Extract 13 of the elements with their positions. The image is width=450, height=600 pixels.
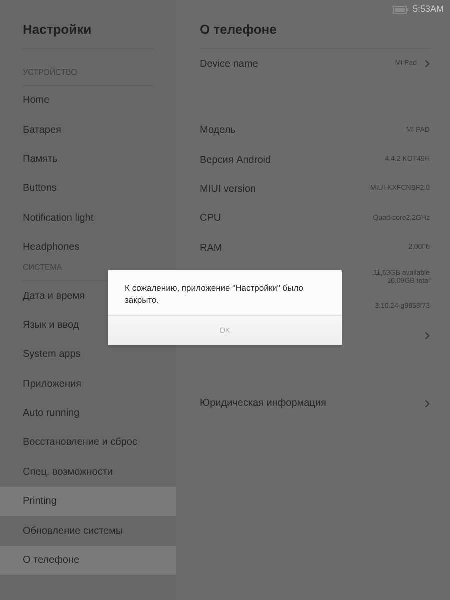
sidebar-item[interactable]: Printing — [0, 487, 176, 516]
page-title: О телефоне — [200, 20, 277, 39]
battery-icon — [392, 6, 409, 14]
setting-label: CPU — [200, 212, 222, 226]
setting-label: RAM — [200, 242, 222, 256]
setting-label: Модель — [200, 124, 236, 138]
setting-label: MIUI version — [200, 182, 256, 197]
setting-label: Device name — [200, 58, 258, 72]
setting-label: Юридическая информация — [200, 397, 326, 412]
sidebar-title: Настройки — [23, 20, 92, 39]
status-time: 5:53AM — [412, 3, 444, 16]
sidebar-item[interactable]: О телефоне — [0, 546, 176, 576]
setting-label: Версия Android — [200, 154, 272, 168]
